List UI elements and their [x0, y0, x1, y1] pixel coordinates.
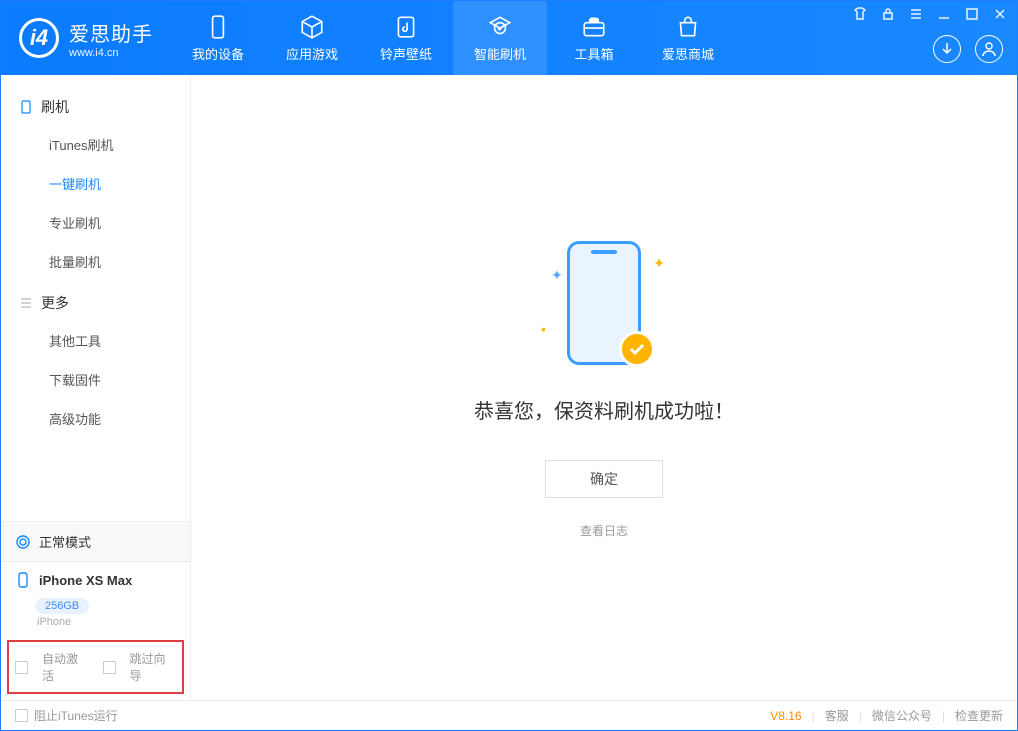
maximize-icon[interactable] [965, 7, 979, 21]
link-wechat[interactable]: 微信公众号 [872, 707, 932, 724]
status-bar: 阻止iTunes运行 V8.16 | 客服 | 微信公众号 | 检查更新 [1, 700, 1017, 730]
tshirt-icon[interactable] [853, 7, 867, 21]
lock-icon[interactable] [881, 7, 895, 21]
sidebar-item-batch-flash[interactable]: 批量刷机 [1, 242, 190, 281]
user-button[interactable] [975, 35, 1003, 63]
device-type: iPhone [37, 616, 190, 628]
minimize-icon[interactable] [937, 7, 951, 21]
nav-label: 工具箱 [574, 44, 613, 63]
link-support[interactable]: 客服 [825, 707, 849, 724]
nav-store[interactable]: 爱思商城 [641, 1, 735, 75]
device-capacity: 256GB [35, 598, 89, 614]
refresh-icon [487, 14, 513, 40]
main-content: ✦ ✦ • 恭喜您，保资料刷机成功啦！ 确定 查看日志 [191, 75, 1017, 700]
label-block-itunes: 阻止iTunes运行 [34, 707, 118, 724]
sidebar-item-one-click-flash[interactable]: 一键刷机 [1, 164, 190, 203]
bag-icon [675, 14, 701, 40]
success-illustration: ✦ ✦ • [549, 237, 659, 377]
device-icon [15, 572, 31, 588]
app-title: 爱思助手 [69, 18, 153, 47]
sidebar-group-label: 更多 [41, 293, 69, 313]
link-check-update[interactable]: 检查更新 [955, 707, 1003, 724]
checkbox-skip-guide[interactable] [103, 661, 116, 674]
menu-icon[interactable] [909, 7, 923, 21]
toolbox-icon [581, 14, 607, 40]
label-skip-guide: 跳过向导 [130, 650, 177, 684]
label-auto-activate: 自动激活 [42, 650, 89, 684]
device-name: iPhone XS Max [39, 573, 132, 588]
titlebar-controls [853, 7, 1007, 21]
success-message: 恭喜您，保资料刷机成功啦！ [474, 395, 734, 424]
music-icon [393, 14, 419, 40]
nav-label: 我的设备 [192, 44, 244, 63]
sidebar: 刷机 iTunes刷机 一键刷机 专业刷机 批量刷机 更多 其他工具 下载固件 … [1, 75, 191, 700]
checkbox-block-itunes[interactable] [15, 709, 28, 722]
phone-icon [205, 14, 231, 40]
flash-options: 自动激活 跳过向导 [7, 640, 184, 694]
device-mode: 正常模式 [39, 532, 91, 551]
device-info-row[interactable]: iPhone XS Max [1, 562, 190, 594]
nav-label: 智能刷机 [474, 44, 526, 63]
logo: i4 爱思助手 www.i4.cn [1, 18, 171, 59]
app-subtitle: www.i4.cn [69, 47, 153, 59]
device-panel: 正常模式 iPhone XS Max 256GB iPhone [1, 521, 190, 636]
check-badge-icon [619, 331, 655, 367]
download-button[interactable] [933, 35, 961, 63]
nav-label: 铃声壁纸 [380, 44, 432, 63]
app-header: i4 爱思助手 www.i4.cn 我的设备 应用游戏 铃声壁纸 智能刷机 工具… [1, 1, 1017, 75]
nav-label: 爱思商城 [662, 44, 714, 63]
checkbox-auto-activate[interactable] [15, 661, 28, 674]
sidebar-item-itunes-flash[interactable]: iTunes刷机 [1, 125, 190, 164]
sidebar-item-advanced[interactable]: 高级功能 [1, 399, 190, 438]
cube-icon [299, 14, 325, 40]
sidebar-item-download-firmware[interactable]: 下载固件 [1, 360, 190, 399]
device-mode-row[interactable]: 正常模式 [1, 522, 190, 562]
nav-toolbox[interactable]: 工具箱 [547, 1, 641, 75]
nav-label: 应用游戏 [286, 44, 338, 63]
sidebar-group-flash: 刷机 [1, 85, 190, 125]
nav-apps-games[interactable]: 应用游戏 [265, 1, 359, 75]
sidebar-item-other-tools[interactable]: 其他工具 [1, 321, 190, 360]
view-log-link[interactable]: 查看日志 [580, 522, 628, 539]
sidebar-group-label: 刷机 [41, 97, 69, 117]
nav-ringtone-wallpaper[interactable]: 铃声壁纸 [359, 1, 453, 75]
sync-icon [15, 534, 31, 550]
ok-button[interactable]: 确定 [545, 460, 663, 498]
version-label: V8.16 [770, 709, 801, 723]
main-nav: 我的设备 应用游戏 铃声壁纸 智能刷机 工具箱 爱思商城 [171, 1, 735, 75]
sidebar-group-more: 更多 [1, 281, 190, 321]
list-icon [19, 296, 33, 310]
nav-my-device[interactable]: 我的设备 [171, 1, 265, 75]
phone-outline-icon [19, 100, 33, 114]
header-actions [933, 35, 1003, 63]
nav-smart-flash[interactable]: 智能刷机 [453, 1, 547, 75]
logo-icon: i4 [19, 18, 59, 58]
close-icon[interactable] [993, 7, 1007, 21]
sidebar-item-pro-flash[interactable]: 专业刷机 [1, 203, 190, 242]
